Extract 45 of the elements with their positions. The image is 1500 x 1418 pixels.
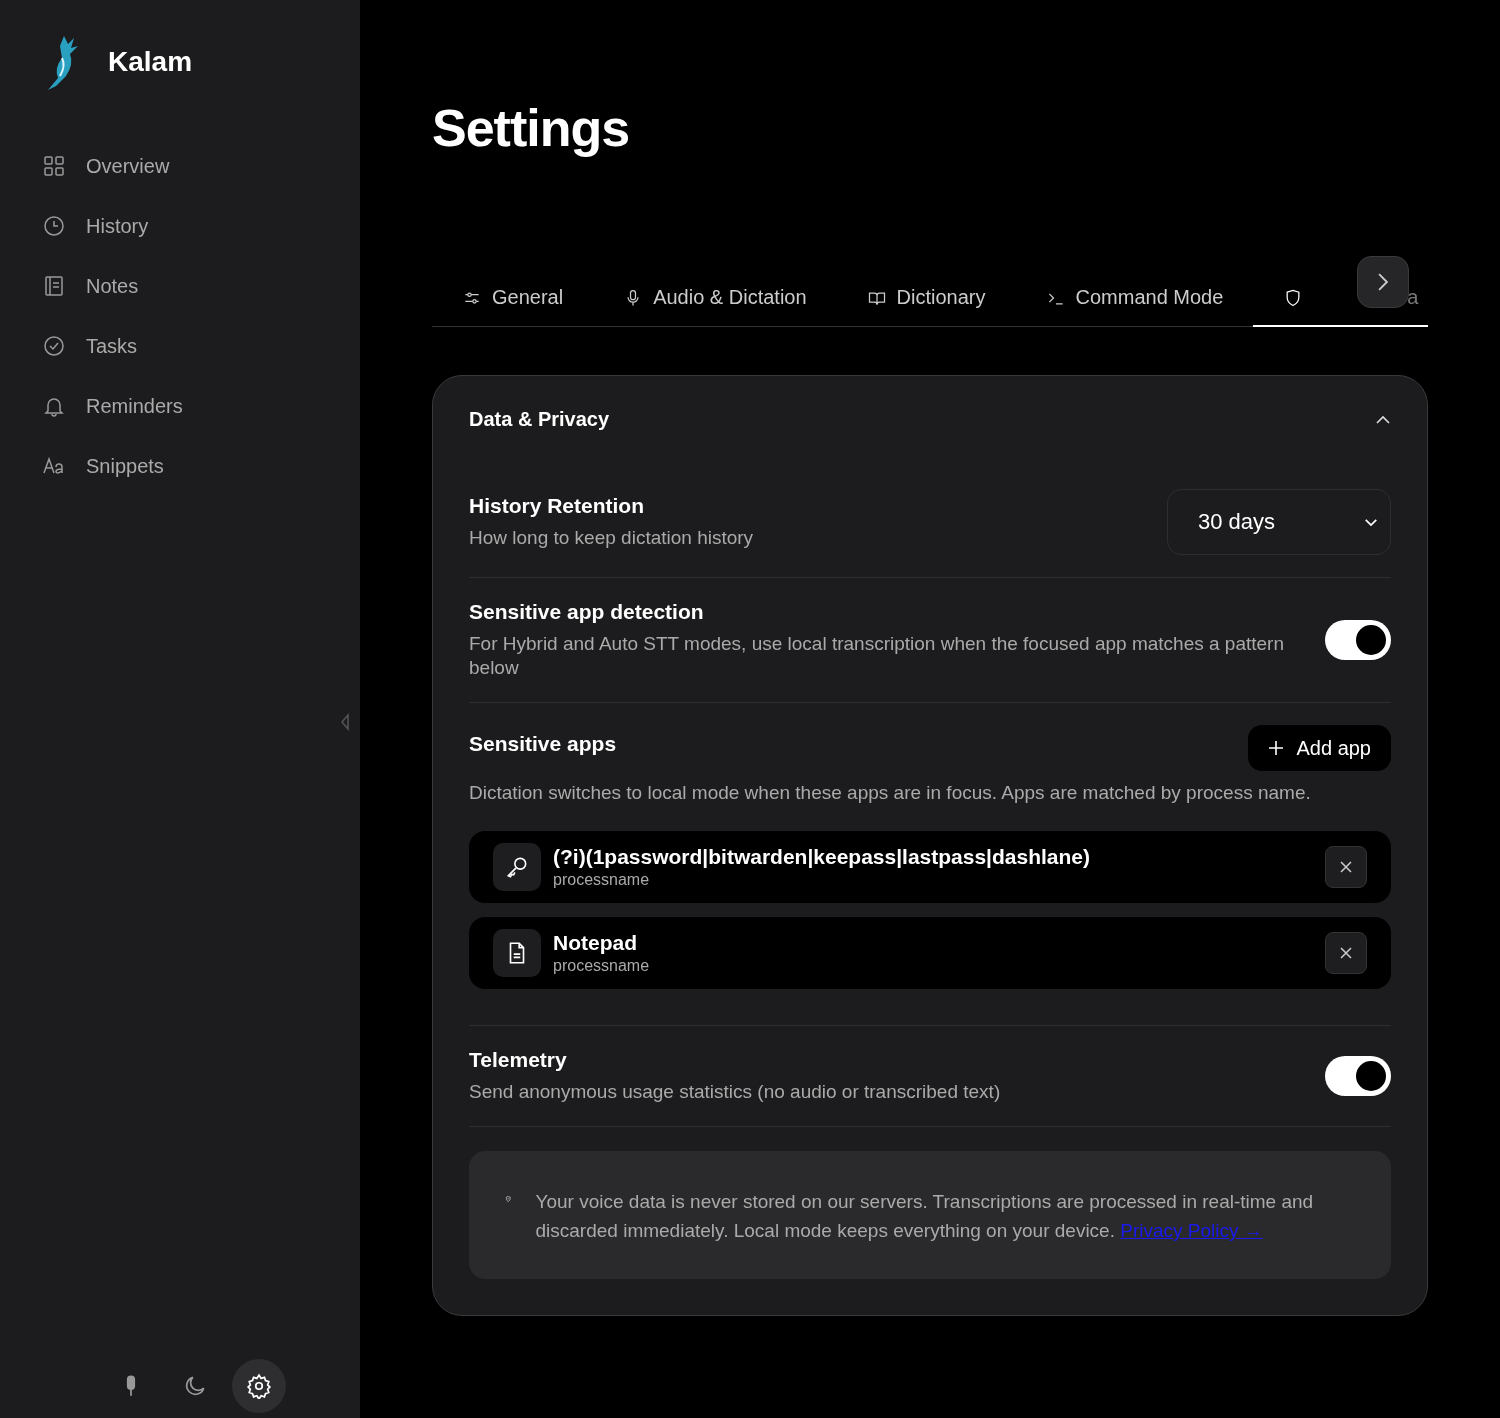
retention-dropdown[interactable]: 30 days [1167, 489, 1391, 555]
chevron-right-icon [1378, 273, 1388, 291]
app-pattern: (?i)(1password|bitwarden|keepass|lastpass|dashlane) [553, 845, 1091, 869]
check-circle-icon [42, 334, 66, 358]
caret-icon [1364, 517, 1378, 527]
plus-icon [1268, 740, 1285, 756]
setting-description: How long to keep dictation history [469, 526, 755, 550]
chevron-icon[interactable] [1375, 414, 1391, 425]
document-icon [493, 929, 541, 977]
toggle-switch[interactable] [1325, 1056, 1391, 1096]
add-app-button[interactable]: Add app [1248, 725, 1391, 771]
remove-button[interactable] [1325, 932, 1367, 974]
sidebar-item[interactable]: Notes [42, 258, 360, 314]
setting-description: Send anonymous usage statistics (no audio or transcribed text) [469, 1080, 1002, 1104]
setting-title: Sensitive apps [469, 732, 617, 756]
notice-text: Your voice data is never stored on our servers. Transcriptions are processed in real-time and discarded immediately. Local mode keeps everything on your device. Privacy Policy → [535, 1190, 1315, 1243]
sidebar-item[interactable]: Reminders [42, 378, 360, 434]
setting-title: Telemetry [469, 1048, 568, 1072]
app-name: Kalam [108, 46, 193, 78]
setting-description: Dictation switches to local mode when these apps are in focus. Apps are matched by process name. [469, 781, 1312, 805]
shield-icon [505, 1193, 512, 1205]
match-type: processname [553, 957, 651, 975]
page-title: Settings [432, 98, 631, 158]
grid-icon [42, 154, 66, 178]
app-pattern: Notepad [553, 931, 638, 955]
tab[interactable]: Audio & Dictation [593, 270, 837, 327]
clock-icon [42, 214, 66, 238]
sidebar-item[interactable]: Snippets [42, 438, 360, 494]
close-icon [1338, 859, 1354, 875]
tab[interactable]: General [432, 270, 594, 327]
notebook-icon [42, 274, 66, 298]
setting-description: For Hybrid and Auto STT modes, use local transcription when the focused app matches a pattern below [469, 632, 1285, 680]
sidebar-item[interactable]: History [42, 198, 360, 254]
remove-button[interactable] [1325, 846, 1367, 888]
section-title: Data & Privacy [469, 408, 610, 431]
setting-title: History Retention [469, 494, 645, 518]
sidebar-item[interactable]: Tasks [42, 318, 360, 374]
sidebar-item[interactable]: Overview [42, 138, 360, 194]
toggle-switch[interactable] [1325, 620, 1391, 660]
close-icon [1338, 945, 1354, 961]
setting-title: Sensitive app detection [469, 600, 705, 624]
key-icon [493, 843, 541, 891]
tab[interactable]: Command Mode [1015, 270, 1254, 327]
tab[interactable]: Dictionary [836, 270, 1016, 327]
match-type: processname [553, 871, 651, 889]
